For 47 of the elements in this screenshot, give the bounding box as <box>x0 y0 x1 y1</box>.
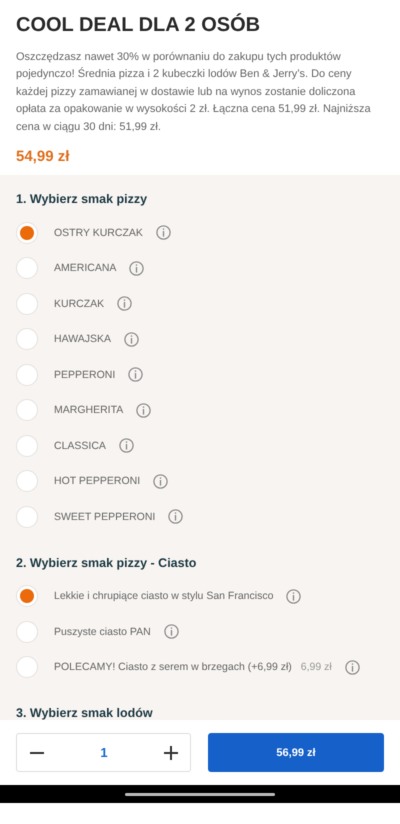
product-description: Oszczędzasz nawet 30% w porównaniu do zakupu tych produktów pojedynczo! Średnia pizza i 2 kubeczki lodów Ben & Jerry’s. Do ceny każdej pizzy zamawianej w dostawie lub na wynos zostanie doliczona opłata za opakowanie w wysokości 2 zł. Łączna cena 51,99 zł. Najniższa cena w ciągu 30 dni: 51,99 zł. <box>16 50 372 135</box>
option-price: 6,99 zł <box>300 661 332 674</box>
option-label[interactable]: CLASSICA <box>54 440 106 452</box>
option-label[interactable]: MARGHERITA <box>54 404 124 416</box>
info-icon[interactable] <box>136 402 152 418</box>
info-icon[interactable] <box>153 474 168 489</box>
radio-button[interactable] <box>16 328 38 350</box>
option-label[interactable]: AMERICANA <box>54 262 116 274</box>
gesture-handle[interactable] <box>125 792 275 796</box>
radio-button[interactable] <box>16 292 38 315</box>
plus-icon[interactable] <box>164 746 178 760</box>
info-icon[interactable] <box>286 588 302 604</box>
product-title: COOL DEAL DLA 2 OSÓB <box>16 12 262 38</box>
info-icon[interactable] <box>156 225 171 240</box>
radio-button[interactable] <box>16 620 38 643</box>
add-to-cart-button[interactable]: 56,99 zł <box>208 733 384 772</box>
info-icon[interactable] <box>129 260 144 276</box>
radio-button[interactable] <box>16 470 38 492</box>
option-label[interactable]: HAWAJSKA <box>54 333 111 346</box>
radio-button[interactable] <box>16 506 38 528</box>
section-heading: 1. Wybierz smak pizzy <box>16 191 148 207</box>
radio-button[interactable] <box>16 222 38 244</box>
option-label[interactable]: OSTRY KURCZAK <box>54 226 143 239</box>
product-price: 54,99 zł <box>16 148 70 166</box>
option-label[interactable]: Lekkie i chrupiące ciasto w stylu San Francisco <box>54 590 274 602</box>
option-label[interactable]: KURCZAK <box>54 298 104 310</box>
info-icon[interactable] <box>124 332 139 347</box>
info-icon[interactable] <box>118 438 134 454</box>
radio-button[interactable] <box>16 399 38 422</box>
option-label[interactable]: Puszyste ciasto PAN <box>54 626 151 638</box>
radio-button[interactable] <box>16 585 38 608</box>
info-icon[interactable] <box>168 509 184 524</box>
info-icon[interactable] <box>117 296 132 312</box>
option-label[interactable]: HOT PEPPERONI <box>54 475 140 488</box>
radio-button[interactable] <box>16 257 38 280</box>
info-icon[interactable] <box>128 367 144 382</box>
option-label[interactable]: SWEET PEPPERONI <box>54 510 156 523</box>
radio-button[interactable] <box>16 656 38 678</box>
section-heading: 2. Wybierz smak pizzy - Ciasto <box>16 554 198 570</box>
option-label[interactable]: POLECAMY! Ciasto z serem w brzegach (+6,99 zł) <box>54 661 292 674</box>
radio-button[interactable] <box>16 434 38 457</box>
info-icon[interactable] <box>344 660 360 675</box>
section-heading: 3. Wybierz smak lodów <box>16 705 154 720</box>
radio-button[interactable] <box>16 364 38 386</box>
quantity-value: 1 <box>100 745 108 760</box>
option-label[interactable]: PEPPERONI <box>54 368 116 381</box>
info-icon[interactable] <box>164 624 179 640</box>
